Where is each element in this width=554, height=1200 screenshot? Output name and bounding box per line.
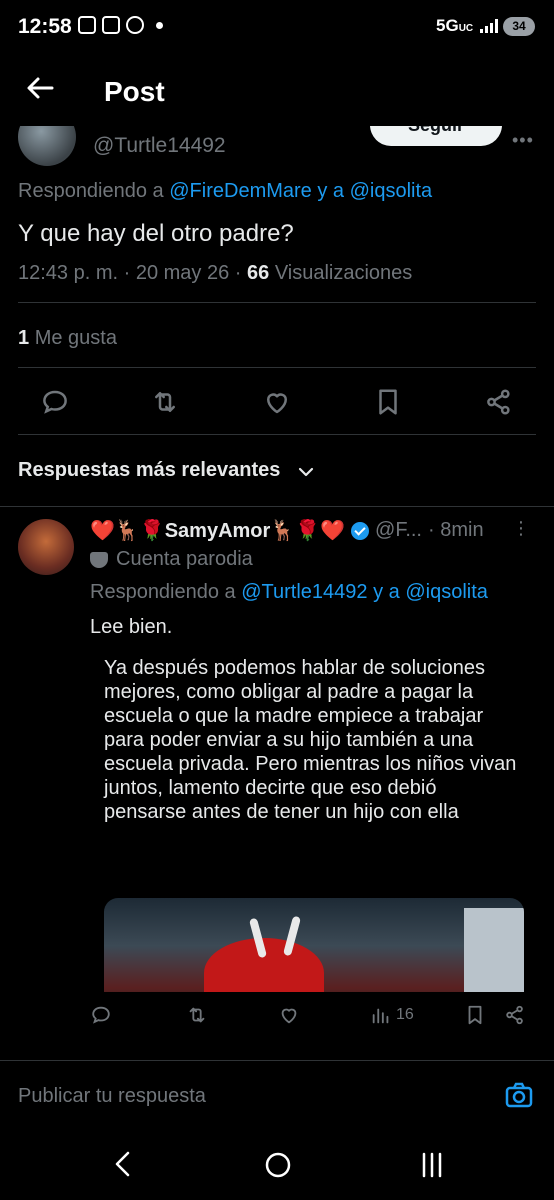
post-meta: 12:43 p. m. · 20 may 26 · 66 Visualizaci… [18,262,413,284]
likes-count[interactable]: 1 Me gusta [18,327,117,350]
embedded-artwork [104,898,524,992]
nav-back-icon[interactable] [112,1150,134,1178]
like-icon[interactable] [262,387,292,417]
post-text: Y que hay del otro padre? [18,220,294,247]
reply-screenshot-image[interactable]: Ya después podemos hablar de soluciones … [90,640,530,992]
views-button[interactable]: 16 [370,1004,414,1026]
sort-replies-label[interactable]: Respuestas más relevantes [18,459,280,482]
reply-icon[interactable] [40,387,70,417]
status-time: 12:58 [18,15,72,38]
verified-icon [351,521,370,540]
views-count: 16 [396,1006,414,1023]
author-handle[interactable]: @Turtle14492 [93,134,226,158]
like-icon[interactable] [278,1004,300,1026]
replying-to: Respondiendo a @FireDemMare y a @iqsolit… [18,180,433,202]
calendar-icon [102,16,120,34]
divider [18,367,536,368]
divider [18,302,536,303]
parody-mask-icon [90,551,108,568]
reply-author[interactable]: ❤️🦌🌹SamyAmor🦌🌹❤️ @F... · 8min [90,518,484,543]
retweet-icon[interactable] [150,387,180,417]
bookmark-icon[interactable] [373,387,403,417]
parody-label: Cuenta parodia [90,548,253,571]
reply-icon[interactable] [90,1004,112,1026]
more-options-icon[interactable]: ••• [512,130,534,151]
battery-badge: 34 [503,17,535,36]
header-mask [0,104,554,126]
divider [0,506,554,507]
nav-home-icon[interactable] [264,1151,292,1179]
whatsapp-icon [126,16,144,34]
retweet-icon[interactable] [186,1004,208,1026]
reply-replying-to: Respondiendo a @Turtle14492 y a @iqsolit… [90,581,488,603]
status-icons [78,16,163,34]
more-notifications-icon [156,21,163,29]
replying-users-link[interactable]: @FireDemMare y a @iqsolita [169,180,432,202]
views-icon [372,1008,389,1024]
reply-actions: 16 [90,1004,530,1036]
reply-avatar[interactable] [18,519,74,575]
back-arrow-icon[interactable] [24,72,56,104]
reply-input[interactable]: Publicar tu respuesta [18,1085,206,1108]
bookmark-icon[interactable] [464,1004,486,1026]
camera-icon[interactable] [504,1080,534,1110]
chevron-down-icon[interactable] [296,462,316,482]
signal-icon [480,19,498,33]
nav-recents-icon[interactable] [418,1152,446,1178]
share-icon[interactable] [504,1004,526,1026]
status-bar: 12:58 5GUC 34 [0,0,554,56]
reply-text: Lee bien. [90,616,173,638]
system-nav-bar [0,1128,554,1200]
notification-icon [78,16,96,34]
more-options-icon[interactable]: ⋮ [512,518,530,539]
quoted-text: Ya después podemos hablar de soluciones … [104,657,517,823]
divider [18,434,536,435]
network-label: 5GUC [436,16,474,35]
reply-replying-users-link[interactable]: @Turtle14492 y a @iqsolita [241,581,488,603]
share-icon[interactable] [484,387,514,417]
